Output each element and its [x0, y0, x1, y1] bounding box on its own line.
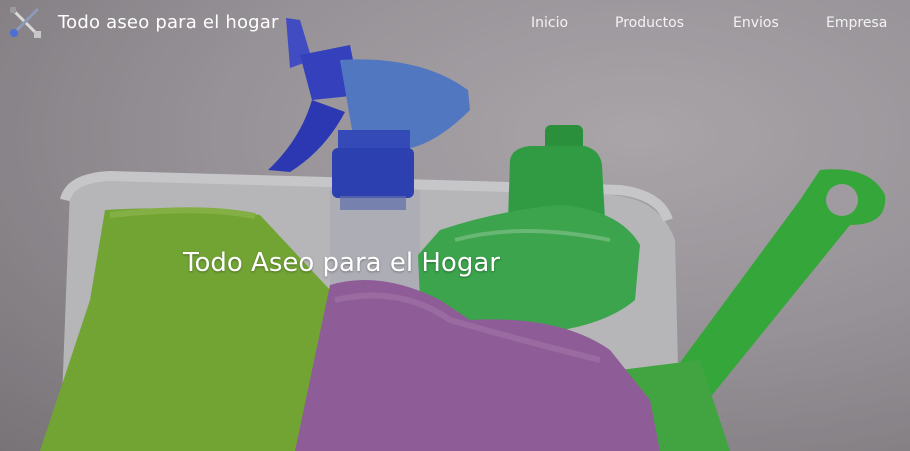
- nav-link-envios[interactable]: Envios: [733, 15, 779, 31]
- hero-headline: Todo Aseo para el Hogar: [183, 248, 500, 278]
- hero-dark-overlay: [0, 0, 910, 451]
- nav-link-productos[interactable]: Productos: [615, 15, 684, 31]
- top-navigation-bar: Todo aseo para el hogar Inicio Productos…: [0, 0, 910, 48]
- brand-name[interactable]: Todo aseo para el hogar: [58, 12, 279, 33]
- nav-link-empresa[interactable]: Empresa: [826, 15, 887, 31]
- hero-section: Todo aseo para el hogar Inicio Productos…: [0, 0, 910, 451]
- cleaning-tools-icon[interactable]: [8, 5, 42, 39]
- nav-link-inicio[interactable]: Inicio: [531, 15, 568, 31]
